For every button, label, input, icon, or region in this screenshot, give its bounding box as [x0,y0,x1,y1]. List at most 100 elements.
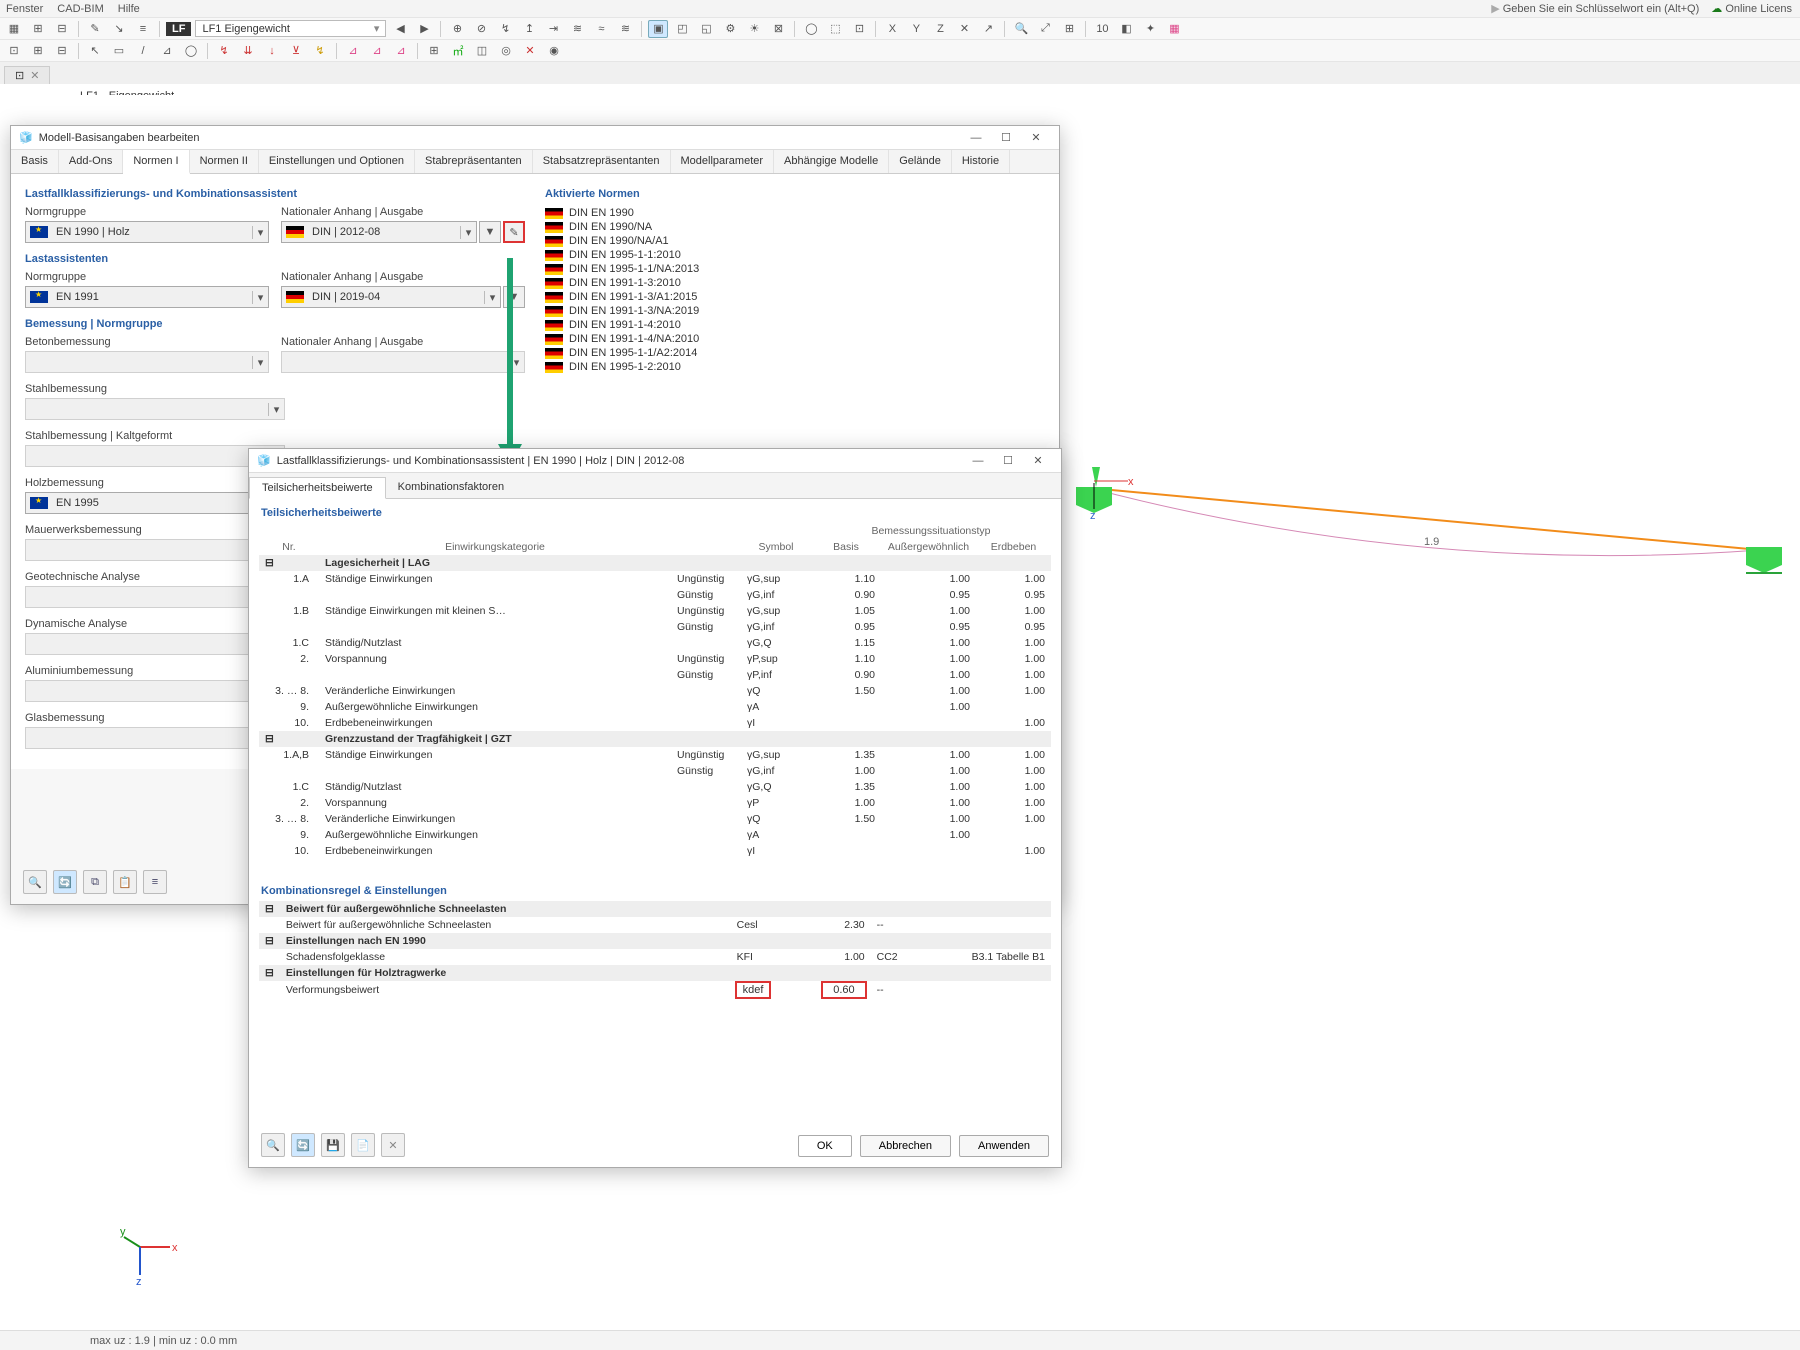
tool-icon[interactable]: ▣ [648,20,668,38]
tool-icon[interactable]: ✕ [520,42,540,60]
filter-icon[interactable]: ▼ [503,286,525,308]
dialog-tabs[interactable]: BasisAdd-OnsNormen INormen IIEinstellung… [11,150,1059,174]
tool-icon[interactable]: ◯ [181,42,201,60]
tool-icon[interactable]: ▦ [4,20,24,38]
saveas-icon[interactable]: 📄 [351,1133,375,1157]
tab-combination[interactable]: Kombinationsfaktoren [386,477,516,498]
tool-icon[interactable]: ◰ [672,20,692,38]
table-row[interactable]: 9.Außergewöhnliche EinwirkungenγA1.00 [259,827,1051,843]
dlg1-tab[interactable]: Stabsatzrepräsentanten [533,150,671,173]
combo-holz[interactable]: EN 1995▾ [25,492,285,514]
table-row[interactable]: GünstigγG,inf1.001.001.00 [259,763,1051,779]
tool-icon[interactable]: ⊿ [157,42,177,60]
reset-icon[interactable]: 🔄 [291,1133,315,1157]
kdef-symbol-cell[interactable]: kdef [737,983,770,997]
table-row[interactable]: GünstigγP,inf0.901.001.00 [259,667,1051,683]
edit-params-button[interactable]: ✎ [503,221,525,243]
tool-icon[interactable]: ⊡ [4,42,24,60]
save-icon[interactable]: 💾 [321,1133,345,1157]
table-row[interactable]: 2.VorspannungγP1.001.001.00 [259,795,1051,811]
tool-icon[interactable]: 10 [1092,20,1112,38]
tool-icon[interactable]: ✦ [1140,20,1160,38]
search-icon[interactable]: 🔍 [23,870,47,894]
maximize-icon[interactable]: ☐ [991,131,1021,144]
dlg1-tab[interactable]: Stabrepräsentanten [415,150,533,173]
toolbar-row-2[interactable]: ⊡ ⊞ ⊟ ↖ ▭ / ⊿ ◯ ↯ ⇊ ↓ ⊻ ↯ ⊿ ⊿ ⊿ ⊞ ㎡ ◫ ◎ … [0,40,1800,62]
sub-tabs[interactable]: Teilsicherheitsbeiwerte Kombinationsfakt… [249,473,1061,499]
dlg1-tab[interactable]: Modellparameter [671,150,775,173]
tool-icon[interactable]: ✎ [85,20,105,38]
tool-icon[interactable]: ◱ [696,20,716,38]
tool-icon[interactable]: ◀ [390,20,410,38]
combo-normgroup-2[interactable]: EN 1991▾ [25,286,269,308]
tool-icon[interactable]: X [882,20,902,38]
combo-normgroup-1[interactable]: EN 1990 | Holz▾ [25,221,269,243]
table-row[interactable]: 1.CStändig/NutzlastγG,Q1.151.001.00 [259,635,1051,651]
tool-icon[interactable]: ✕ [954,20,974,38]
toolbar-row-1[interactable]: ▦ ⊞ ⊟ ✎ ↘ ≡ LF LF1 Eigengewicht▾ ◀ ▶ ⊕ ⊘… [0,18,1800,40]
dialog-titlebar[interactable]: 🧊 Lastfallklassifizierungs- und Kombinat… [249,449,1061,473]
cancel-button[interactable]: Abbrechen [860,1135,951,1157]
minimize-icon[interactable]: — [963,455,993,467]
apply-button[interactable]: Anwenden [959,1135,1049,1157]
tool-icon[interactable]: ↯ [214,42,234,60]
search-icon[interactable]: 🔍 [261,1133,285,1157]
tool-icon[interactable]: ㎡ [448,42,468,60]
table-row[interactable]: 9.Außergewöhnliche EinwirkungenγA1.00 [259,699,1051,715]
dlg1-tab[interactable]: Add-Ons [59,150,123,173]
tool-icon[interactable]: ◎ [496,42,516,60]
table-row[interactable]: 10.ErdbebeneinwirkungenγI1.00 [259,843,1051,859]
tool-icon[interactable]: ≋ [615,20,635,38]
dialog-safety-factors[interactable]: 🧊 Lastfallklassifizierungs- und Kombinat… [248,448,1062,1168]
tool-icon[interactable]: ⊿ [367,42,387,60]
settings-table[interactable]: ⊟Beiwert für außergewöhnliche Schneelast… [259,901,1051,999]
perspective-tab[interactable]: ⊡✕ [4,66,50,84]
maximize-icon[interactable]: ☐ [993,454,1023,467]
tool-icon[interactable]: Y [906,20,926,38]
dlg1-tab[interactable]: Einstellungen und Optionen [259,150,415,173]
tool-icon[interactable]: ≡ [133,20,153,38]
table-row[interactable]: 10.ErdbebeneinwirkungenγI1.00 [259,715,1051,731]
dlg1-tab[interactable]: Abhängige Modelle [774,150,889,173]
kdef-value-cell[interactable]: 0.60 [823,983,864,997]
tool-icon[interactable]: ⬚ [825,20,845,38]
tool-icon[interactable]: ⊕ [447,20,467,38]
tool-icon[interactable]: ⊿ [391,42,411,60]
ok-button[interactable]: OK [798,1135,852,1157]
tool-icon[interactable]: ↥ [519,20,539,38]
tool-icon[interactable]: ≋ [567,20,587,38]
dlg1-tab[interactable]: Normen II [190,150,259,173]
copy-icon[interactable]: ⧉ [83,870,107,894]
dlg1-tab[interactable]: Basis [11,150,59,173]
filter-icon[interactable]: ▼ [479,221,501,243]
tool-icon[interactable]: ◯ [801,20,821,38]
dlg1-tab[interactable]: Historie [952,150,1010,173]
combo-anhang-2[interactable]: DIN | 2019-04▾ [281,286,501,308]
table-row[interactable]: 1.A,BStändige EinwirkungenUngünstigγG,su… [259,747,1051,763]
tool-icon[interactable]: ↓ [262,42,282,60]
menu-hilfe[interactable]: Hilfe [118,3,140,15]
table-row[interactable]: 3. … 8.Veränderliche EinwirkungenγQ1.501… [259,683,1051,699]
table-row[interactable]: GünstigγG,inf0.900.950.95 [259,587,1051,603]
minimize-icon[interactable]: — [961,132,991,144]
dlg1-tab[interactable]: Gelände [889,150,952,173]
tool-icon[interactable]: ⤢ [1035,20,1055,38]
tool-icon[interactable]: / [133,42,153,60]
lf-select[interactable]: LF1 Eigengewicht▾ [195,20,386,37]
factors-table[interactable]: Bemessungssituationstyp Nr. Einwirkungsk… [259,523,1051,859]
tool-icon[interactable]: 🔍 [1011,20,1031,38]
close-icon[interactable]: ✕ [1023,454,1053,467]
tool-icon[interactable]: ⇊ [238,42,258,60]
list-icon[interactable]: ≡ [143,870,167,894]
tool-icon[interactable]: ⊞ [1059,20,1079,38]
dlg1-tab[interactable]: Normen I [123,150,189,174]
menu-fenster[interactable]: Fenster [6,3,43,15]
tool-icon[interactable]: ⊿ [343,42,363,60]
delete-icon[interactable]: ✕ [381,1133,405,1157]
tool-icon[interactable]: ⊻ [286,42,306,60]
tool-icon[interactable]: ◉ [544,42,564,60]
table-row[interactable]: 1.AStändige EinwirkungenUngünstigγG,sup1… [259,571,1051,587]
tool-icon[interactable]: ⊞ [28,42,48,60]
tool-icon[interactable]: ⊟ [52,42,72,60]
tool-icon[interactable]: Z [930,20,950,38]
